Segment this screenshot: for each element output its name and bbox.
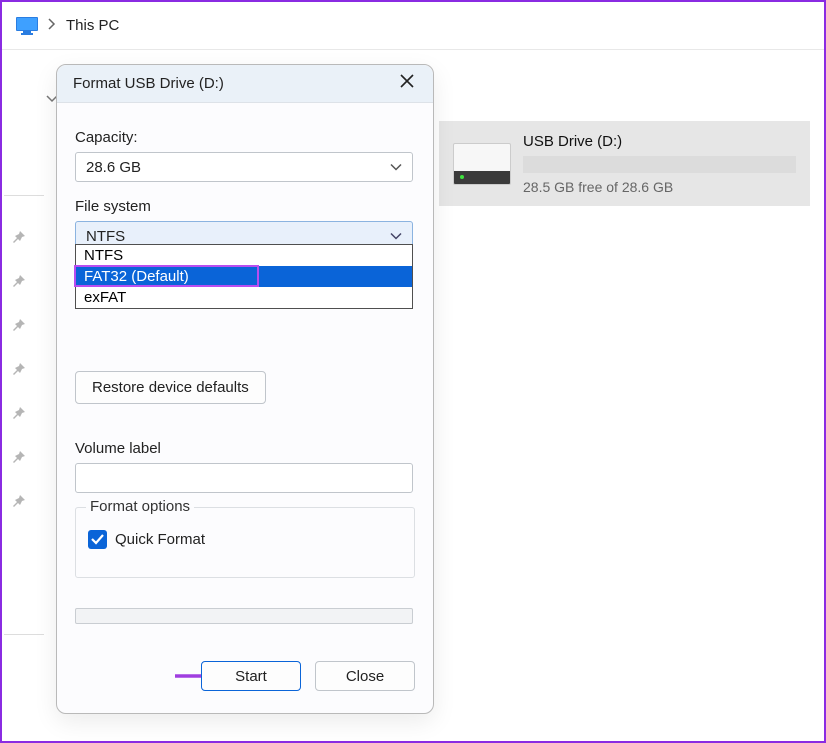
quick-format-label: Quick Format	[115, 531, 205, 548]
drive-tile-usb-d[interactable]: USB Drive (D:) 28.5 GB free of 28.6 GB	[439, 121, 810, 206]
filesystem-label: File system	[75, 198, 415, 215]
drive-icon	[453, 143, 511, 185]
close-button[interactable]: Close	[315, 661, 415, 691]
start-button[interactable]: Start	[201, 661, 301, 691]
dialog-titlebar: Format USB Drive (D:)	[57, 65, 433, 103]
format-options-legend: Format options	[86, 498, 194, 515]
capacity-dropdown[interactable]: 28.6 GB	[75, 152, 413, 182]
pin-icon	[12, 274, 26, 288]
volume-label-input[interactable]	[75, 463, 413, 493]
chevron-right-icon	[48, 18, 56, 33]
format-dialog: Format USB Drive (D:) Capacity: 28.6 GB …	[56, 64, 434, 714]
drive-info: USB Drive (D:) 28.5 GB free of 28.6 GB	[523, 133, 796, 195]
breadcrumb-location[interactable]: This PC	[66, 17, 119, 34]
this-pc-icon	[16, 17, 38, 35]
chevron-down-icon	[390, 159, 402, 176]
format-progress-bar	[75, 608, 413, 624]
drive-free-text: 28.5 GB free of 28.6 GB	[523, 179, 796, 195]
capacity-label: Capacity:	[75, 129, 415, 146]
dialog-title: Format USB Drive (D:)	[73, 75, 397, 92]
quick-format-checkbox[interactable]	[88, 530, 107, 549]
quick-format-row[interactable]: Quick Format	[88, 530, 402, 549]
drive-name: USB Drive (D:)	[523, 133, 796, 150]
close-icon[interactable]	[397, 74, 417, 93]
restore-defaults-button[interactable]: Restore device defaults	[75, 371, 266, 404]
sidebar-pinned-list	[12, 230, 26, 508]
filesystem-option-fat32[interactable]: FAT32 (Default)	[76, 266, 412, 287]
sidebar-divider	[4, 634, 44, 635]
chevron-down-icon	[390, 228, 402, 245]
sidebar-divider	[4, 195, 44, 196]
filesystem-option-ntfs[interactable]: NTFS	[76, 245, 412, 266]
pin-icon	[12, 318, 26, 332]
pin-icon	[12, 450, 26, 464]
pin-icon	[12, 494, 26, 508]
volume-label-label: Volume label	[75, 440, 415, 457]
breadcrumb: This PC	[2, 2, 824, 50]
pin-icon	[12, 230, 26, 244]
format-options-group: Format options Quick Format	[75, 507, 415, 578]
pin-icon	[12, 362, 26, 376]
drive-capacity-bar	[523, 156, 796, 173]
filesystem-value: NTFS	[86, 228, 125, 245]
filesystem-dropdown-list: NTFS FAT32 (Default) exFAT	[75, 244, 413, 309]
dialog-button-row: Start Close	[201, 661, 415, 691]
capacity-value: 28.6 GB	[86, 159, 141, 176]
pin-icon	[12, 406, 26, 420]
filesystem-option-exfat[interactable]: exFAT	[76, 287, 412, 308]
